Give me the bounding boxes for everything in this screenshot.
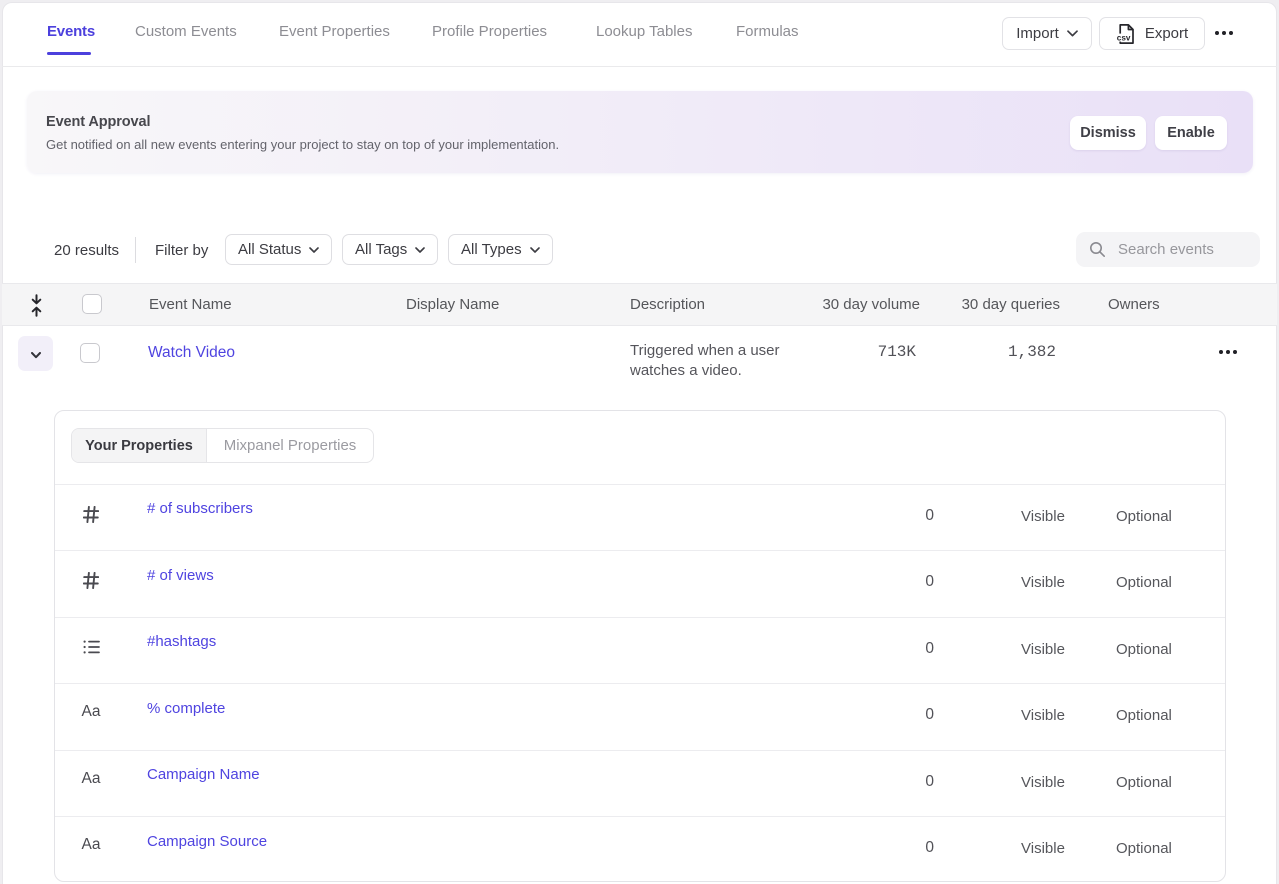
svg-text:csv: csv [1117, 33, 1131, 42]
